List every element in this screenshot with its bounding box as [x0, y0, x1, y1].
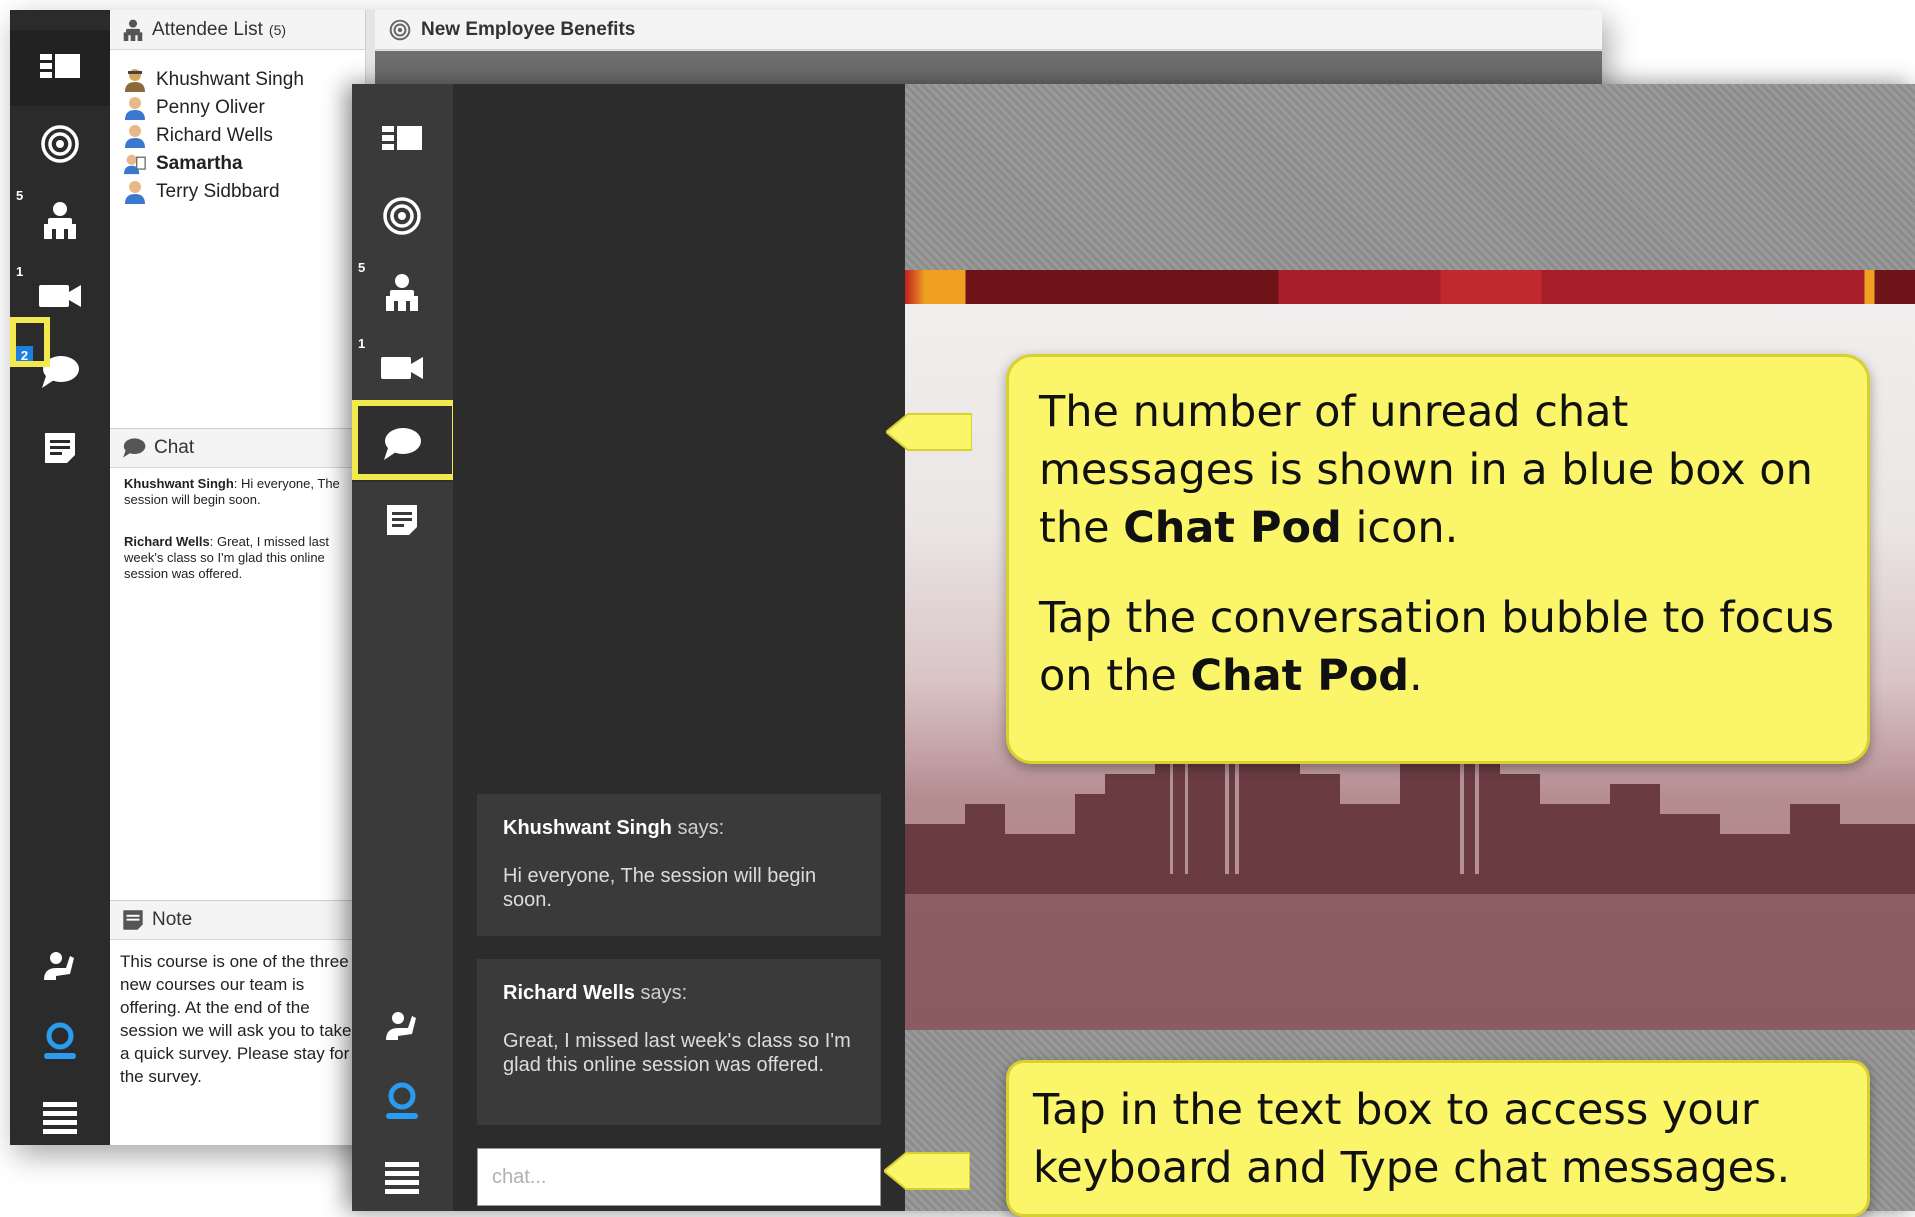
- raise-hand-button[interactable]: [10, 928, 110, 1004]
- chat-message-card: Khushwant Singh says: Hi everyone, The s…: [477, 794, 881, 936]
- callout-pointer-top: [886, 413, 972, 451]
- chat-sender: Khushwant Singh: [503, 817, 672, 839]
- attendee-row[interactable]: Terry Sidbbard: [124, 177, 280, 207]
- chat-sender: Khushwant Singh: [124, 476, 234, 491]
- layout-icon: [40, 54, 80, 82]
- chat-sender: Richard Wells: [124, 534, 210, 549]
- unread-badge-highlight: [10, 317, 50, 367]
- callout-top-line1-bold: Chat Pod: [1123, 503, 1342, 553]
- callout-top-line2: Tap the conversation bubble to focus on …: [1039, 593, 1835, 701]
- raise-hand-button[interactable]: [352, 988, 452, 1064]
- attendee-row[interactable]: Penny Oliver: [124, 93, 265, 123]
- chat-pod-panel: Khushwant Singh says: Hi everyone, The s…: [453, 84, 905, 1211]
- callout-bottom-text: Tap in the text box to access your keybo…: [1033, 1085, 1791, 1193]
- attendee-pod-button[interactable]: 5: [10, 182, 110, 258]
- callout-top-line2-bold: Chat Pod: [1190, 651, 1410, 701]
- note-icon: [43, 431, 77, 465]
- says-label: says:: [677, 817, 725, 839]
- menu-button[interactable]: [10, 1080, 110, 1156]
- participant-icon: [124, 96, 146, 120]
- participant-icon: [124, 124, 146, 148]
- layout-button[interactable]: [10, 30, 110, 106]
- chat-input[interactable]: [477, 1148, 881, 1206]
- front-pod-rail: 5 1: [352, 84, 458, 1211]
- share-pod-button[interactable]: [352, 178, 452, 254]
- note-icon: [122, 909, 144, 931]
- attendee-icon: [42, 201, 78, 239]
- chat-text: Hi everyone, The session will begin soon…: [503, 865, 817, 911]
- attendee-name: Penny Oliver: [156, 97, 265, 118]
- layout-icon: [382, 126, 422, 154]
- raise-hand-icon: [40, 946, 80, 986]
- chat-text: Great, I missed last week's class so I'm…: [503, 1030, 851, 1076]
- host-icon: [124, 68, 146, 92]
- attendee-count-badge: 5: [358, 260, 366, 275]
- chat-bubble-icon: [122, 437, 146, 459]
- chat-message: Richard Wells: Great, I missed last week…: [124, 534, 329, 581]
- camera-icon: [381, 355, 423, 381]
- share-pod-button[interactable]: [10, 106, 110, 182]
- camera-count-badge: 1: [16, 264, 24, 279]
- note-icon: [385, 503, 419, 537]
- slide-color-band: [905, 270, 1915, 304]
- attendee-name: Terry Sidbbard: [156, 181, 280, 202]
- callout-chat-input: Tap in the text box to access your keybo…: [1006, 1060, 1870, 1217]
- raise-hand-icon: [382, 1006, 422, 1046]
- user-status-button[interactable]: [10, 1004, 110, 1080]
- back-pod-rail: 5 1 2: [10, 10, 110, 1145]
- chat-sender: Richard Wells: [503, 982, 635, 1004]
- attendee-row[interactable]: Khushwant Singh: [124, 65, 304, 95]
- attendee-pod-header: Attendee List (5): [110, 10, 365, 50]
- attendee-count-badge: 5: [16, 188, 24, 203]
- attendee-row[interactable]: Samartha: [124, 149, 243, 179]
- user-status-icon: [42, 1022, 78, 1062]
- camera-pod-button[interactable]: 1: [352, 330, 452, 406]
- chat-pod-header: Chat: [110, 428, 365, 468]
- presenter-icon: [124, 152, 146, 176]
- note-pod-button[interactable]: [10, 410, 110, 486]
- note-pod-header: Note: [110, 900, 365, 940]
- note-pod-button[interactable]: [352, 482, 452, 558]
- user-status-icon: [384, 1082, 420, 1122]
- menu-icon: [385, 1162, 419, 1194]
- menu-button[interactable]: [352, 1140, 452, 1211]
- attendee-pod-title: Attendee List: [152, 18, 263, 40]
- attendee-name: Samartha: [156, 153, 243, 174]
- chat-pod-title: Chat: [154, 437, 195, 458]
- share-pod-title: New Employee Benefits: [421, 18, 636, 40]
- back-share-title-bar: New Employee Benefits: [375, 10, 1602, 50]
- attendee-row[interactable]: Richard Wells: [124, 121, 273, 151]
- attendee-name: Khushwant Singh: [156, 69, 304, 90]
- callout-top-line1-end: icon.: [1355, 503, 1459, 553]
- attendee-icon: [122, 19, 144, 41]
- menu-icon: [43, 1102, 77, 1134]
- share-icon: [40, 124, 80, 164]
- attendee-name: Richard Wells: [156, 125, 273, 146]
- chat-button-highlight: [352, 400, 458, 480]
- callout-top-line2-end: .: [1409, 651, 1423, 701]
- callout-unread-chat: The number of unread chat messages is sh…: [1006, 354, 1870, 764]
- attendee-icon: [384, 273, 420, 311]
- note-text: This course is one of the three new cour…: [120, 952, 352, 1086]
- user-status-button[interactable]: [352, 1064, 452, 1140]
- callout-top-paragraph-2: Tap the conversation bubble to focus on …: [1039, 589, 1839, 705]
- back-pods-column: Attendee List (5) Khushwant Singh Penny …: [110, 10, 366, 1145]
- chat-message: Khushwant Singh: Hi everyone, The sessio…: [124, 476, 340, 507]
- share-icon: [382, 196, 422, 236]
- note-pod-title: Note: [152, 909, 193, 930]
- share-icon: [389, 19, 411, 41]
- attendee-pod-button[interactable]: 5: [352, 254, 452, 330]
- attendee-pod-count: (5): [268, 21, 287, 38]
- callout-pointer-bottom: [884, 1152, 970, 1190]
- camera-icon: [39, 283, 81, 309]
- callout-top-paragraph-1: The number of unread chat messages is sh…: [1039, 383, 1839, 557]
- camera-count-badge: 1: [358, 336, 366, 351]
- layout-button[interactable]: [352, 102, 452, 178]
- chat-message-card: Richard Wells says: Great, I missed last…: [477, 959, 881, 1125]
- participant-icon: [124, 180, 146, 204]
- says-label: says:: [640, 982, 688, 1004]
